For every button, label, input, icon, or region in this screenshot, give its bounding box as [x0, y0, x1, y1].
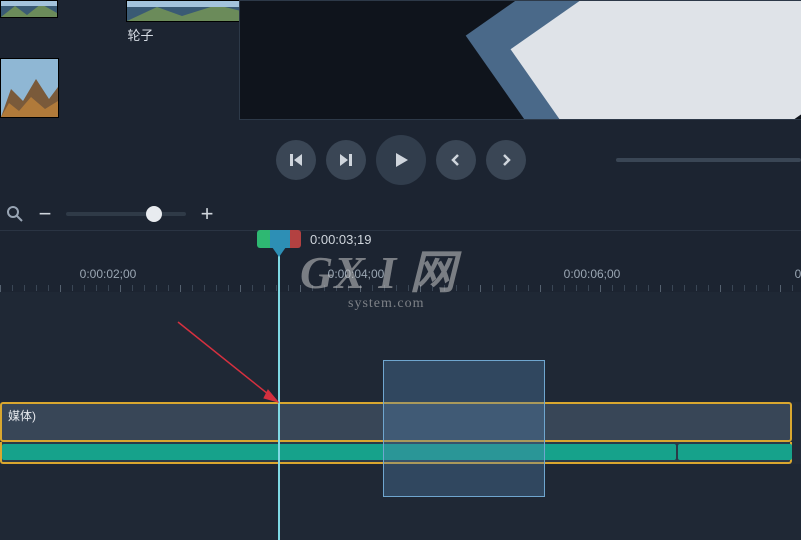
zoom-out-button[interactable]: −	[38, 201, 52, 227]
playhead-triangle-icon	[272, 247, 286, 257]
magnifier-icon	[6, 205, 24, 223]
playhead-cap[interactable]	[257, 230, 301, 248]
step-back-icon	[288, 152, 304, 168]
audio-waveform-segment	[2, 444, 676, 460]
media-thumb[interactable]	[0, 0, 58, 18]
step-forward-icon	[338, 152, 354, 168]
ruler-tick-label: 0:00:06;00	[564, 267, 621, 281]
ruler-tick-label: 0	[795, 267, 801, 281]
video-editor-root: 轮子 − +	[0, 0, 801, 540]
playhead-timecode: 0:00:03;19	[310, 232, 371, 247]
clip-label: 媒体)	[8, 407, 36, 424]
chevron-right-icon	[499, 153, 513, 167]
step-forward-button[interactable]	[326, 140, 366, 180]
landscape-icon	[1, 59, 58, 117]
zoom-in-button[interactable]: +	[200, 201, 214, 227]
zoom-slider[interactable]	[66, 212, 186, 216]
chevron-left-icon	[449, 153, 463, 167]
annotation-arrow-icon	[174, 318, 294, 418]
next-button[interactable]	[486, 140, 526, 180]
ruler-tick-label: 0:00:02;00	[80, 267, 137, 281]
prev-button[interactable]	[436, 140, 476, 180]
preview-content-shape	[511, 0, 801, 120]
marquee-selection[interactable]	[383, 360, 545, 497]
media-thumb[interactable]	[0, 58, 59, 118]
ruler-tick-label: 0:00:04;00	[328, 267, 385, 281]
landscape-icon	[1, 1, 57, 17]
audio-waveform-segment	[678, 444, 792, 460]
zoom-slider-thumb[interactable]	[146, 206, 162, 222]
preview-scrubber[interactable]	[616, 158, 801, 162]
step-back-button[interactable]	[276, 140, 316, 180]
preview-monitor[interactable]	[239, 0, 801, 120]
play-icon	[391, 150, 411, 170]
play-button[interactable]	[376, 135, 426, 185]
timeline-ruler[interactable]: 0:00:02;00 0:00:04;00 0:00:06;00 0	[0, 230, 801, 294]
media-thumb-label: 轮子	[63, 25, 218, 44]
timeline-zoom-row: − +	[0, 198, 801, 230]
media-browser: 轮子	[0, 0, 232, 120]
